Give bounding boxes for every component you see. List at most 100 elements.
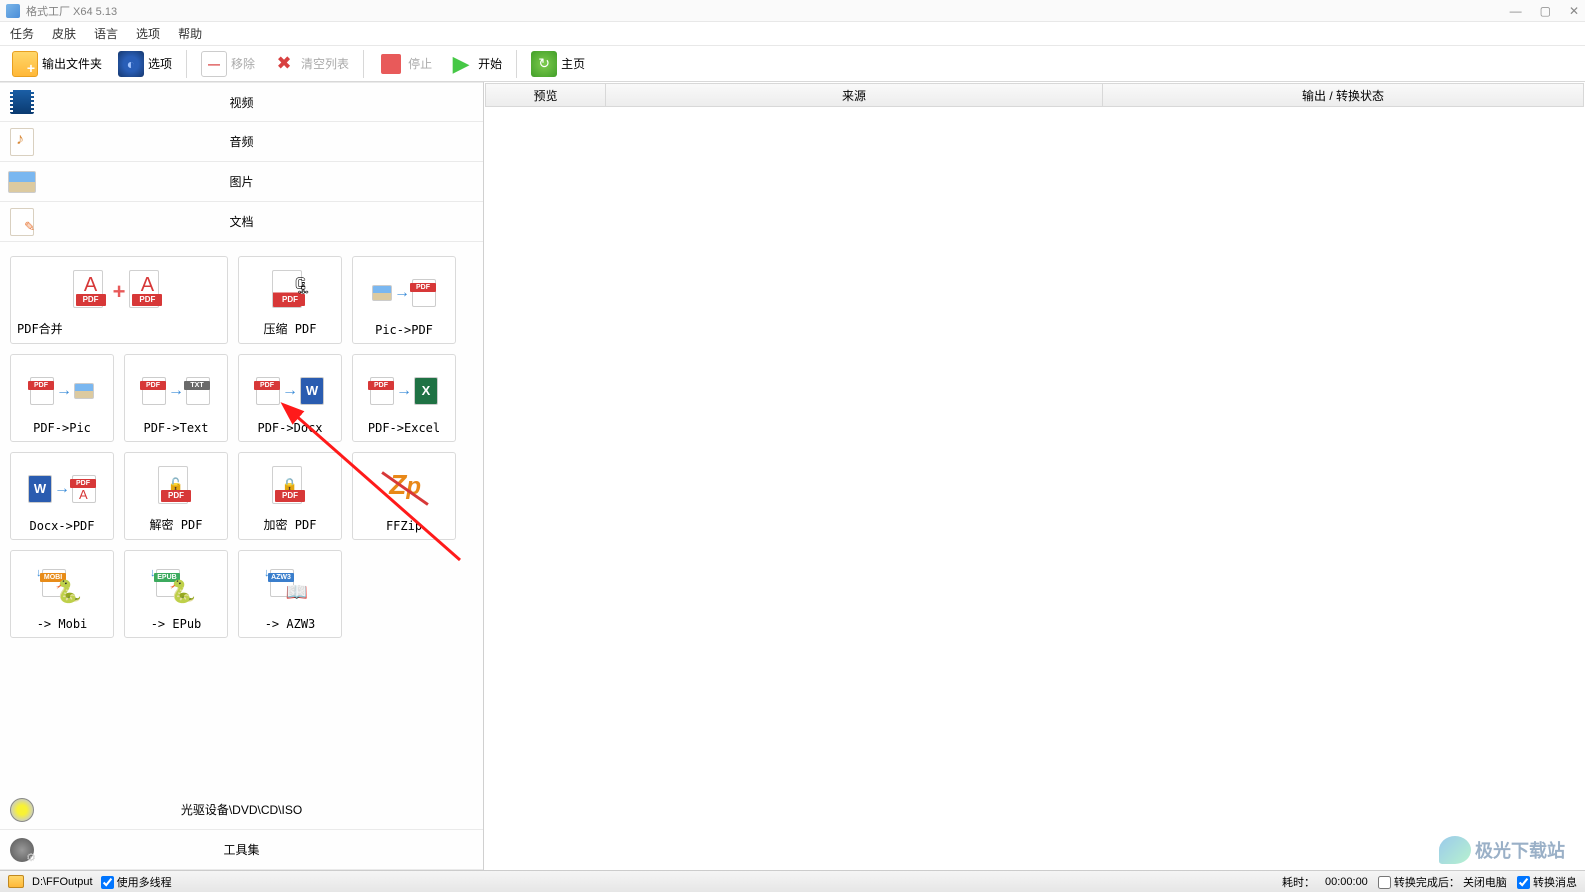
category-video[interactable]: 视频 [0,82,483,122]
azw3-icon: ↓ AZW3 📖 [245,557,335,617]
app-icon [6,4,20,18]
start-icon [448,51,474,77]
status-bar: D:\FFOutput 使用多线程 耗时： 00:00:00 转换完成后： 关闭… [0,870,1585,892]
home-icon [531,51,557,77]
minimize-button[interactable]: — [1510,4,1522,18]
tile-docx-to-pdf[interactable]: W → PDFA Docx->PDF [10,452,114,540]
tile-compress-pdf[interactable]: PDF🗜 压缩 PDF [238,256,342,344]
tile-label: PDF->Excel [368,421,440,435]
table-body [484,108,1585,870]
tile-pdf-merge[interactable]: APDF + APDF PDF合并 [10,256,228,344]
start-button[interactable]: 开始 [444,49,506,79]
after-label: 转换完成后： [1394,877,1460,889]
encrypt-pdf-icon: 🔒PDF [245,459,335,516]
tile-label: PDF合并 [17,320,63,337]
pdf-to-excel-icon: PDF → X [359,361,449,421]
cancel-conv-toggle[interactable]: 转换消息 [1517,874,1577,890]
epub-icon: ↓ EPUB 🐍 [131,557,221,617]
remove-label: 移除 [231,55,255,72]
clear-button[interactable]: 清空列表 [267,49,353,79]
tile-label: -> AZW3 [265,617,316,631]
tile-pdf-to-text[interactable]: PDF → TXT PDF->Text [124,354,228,442]
after-value: 关闭电脑 [1463,877,1507,889]
main-area: 视频 音频 图片 文档 APDF + APDF [0,82,1585,870]
category-image[interactable]: 图片 [0,162,483,202]
multithread-label: 使用多线程 [117,877,172,889]
options-icon [118,51,144,77]
menu-bar: 任务 皮肤 语言 选项 帮助 [0,22,1585,46]
stop-button[interactable]: 停止 [374,49,436,79]
multithread-checkbox[interactable] [101,876,114,889]
separator [516,50,517,78]
output-folder-label: 输出文件夹 [42,55,102,72]
separator [186,50,187,78]
menu-task[interactable]: 任务 [10,25,34,42]
output-folder-button[interactable]: 输出文件夹 [8,49,106,79]
tile-to-azw3[interactable]: ↓ AZW3 📖 -> AZW3 [238,550,342,638]
menu-option[interactable]: 选项 [136,25,160,42]
separator [363,50,364,78]
tile-pdf-to-docx[interactable]: PDF → W PDF->Docx [238,354,342,442]
tile-pic-to-pdf[interactable]: → PDF Pic->PDF [352,256,456,344]
menu-skin[interactable]: 皮肤 [52,25,76,42]
elapsed-value: 00:00:00 [1325,876,1368,888]
pdf-to-text-icon: PDF → TXT [131,361,221,421]
category-document-label: 文档 [229,213,253,230]
output-path[interactable]: D:\FFOutput [32,876,93,888]
category-video-label: 视频 [229,94,253,111]
category-audio[interactable]: 音频 [0,122,483,162]
column-source[interactable]: 来源 [606,84,1103,106]
options-label: 选项 [148,55,172,72]
tile-label: 加密 PDF [264,516,317,533]
cancel-conv-label: 转换消息 [1533,877,1577,889]
close-button[interactable]: ✕ [1569,4,1579,18]
status-folder-icon[interactable] [8,875,24,888]
document-grid: APDF + APDF PDF合并 PDF🗜 压缩 PDF [0,242,483,790]
tile-decrypt-pdf[interactable]: 🔓PDF 解密 PDF [124,452,228,540]
home-label: 主页 [561,55,585,72]
tile-pdf-to-pic[interactable]: PDF → PDF->Pic [10,354,114,442]
menu-language[interactable]: 语言 [94,25,118,42]
pdf-to-docx-icon: PDF → W [245,361,335,421]
home-button[interactable]: 主页 [527,49,589,79]
category-toolkit[interactable]: 工具集 [0,830,483,870]
image-icon [8,171,36,193]
tile-label: Docx->PDF [29,519,94,533]
mobi-icon: ↓ MOBI 🐍 [17,557,107,617]
tile-label: FFZip [386,519,422,533]
category-toolkit-label: 工具集 [223,841,259,858]
column-status[interactable]: 输出 / 转换状态 [1103,84,1583,106]
clear-icon [271,51,297,77]
stop-icon [381,54,401,74]
category-document[interactable]: 文档 [0,202,483,242]
category-audio-label: 音频 [229,133,253,150]
watermark-text: 极光下载站 [1475,837,1565,863]
video-icon [10,90,34,114]
pdf-merge-icon: APDF + APDF [17,263,221,320]
decrypt-pdf-icon: 🔓PDF [131,459,221,516]
tile-to-epub[interactable]: ↓ EPUB 🐍 -> EPub [124,550,228,638]
menu-help[interactable]: 帮助 [178,25,202,42]
remove-button[interactable]: 移除 [197,49,259,79]
start-label: 开始 [478,55,502,72]
left-panel: 视频 音频 图片 文档 APDF + APDF [0,82,484,870]
compress-pdf-icon: PDF🗜 [245,263,335,320]
column-preview[interactable]: 预览 [486,84,606,106]
document-icon [10,208,34,236]
after-checkbox[interactable] [1378,876,1391,889]
category-optical[interactable]: 光驱设备\DVD\CD\ISO [0,790,483,830]
maximize-button[interactable]: ▢ [1540,4,1551,18]
tile-to-mobi[interactable]: ↓ MOBI 🐍 -> Mobi [10,550,114,638]
stop-label: 停止 [408,55,432,72]
tile-encrypt-pdf[interactable]: 🔒PDF 加密 PDF [238,452,342,540]
tile-ffzip[interactable]: Z FFZip [352,452,456,540]
remove-icon [201,51,227,77]
after-toggle[interactable]: 转换完成后： 关闭电脑 [1378,874,1507,890]
options-button[interactable]: 选项 [114,49,176,79]
cancel-conv-checkbox[interactable] [1517,876,1530,889]
table-header: 预览 来源 输出 / 转换状态 [485,83,1584,107]
toolbar: 输出文件夹 选项 移除 清空列表 停止 开始 主页 [0,46,1585,82]
tile-pdf-to-excel[interactable]: PDF → X PDF->Excel [352,354,456,442]
multithread-toggle[interactable]: 使用多线程 [101,874,172,890]
docx-to-pdf-icon: W → PDFA [17,459,107,519]
